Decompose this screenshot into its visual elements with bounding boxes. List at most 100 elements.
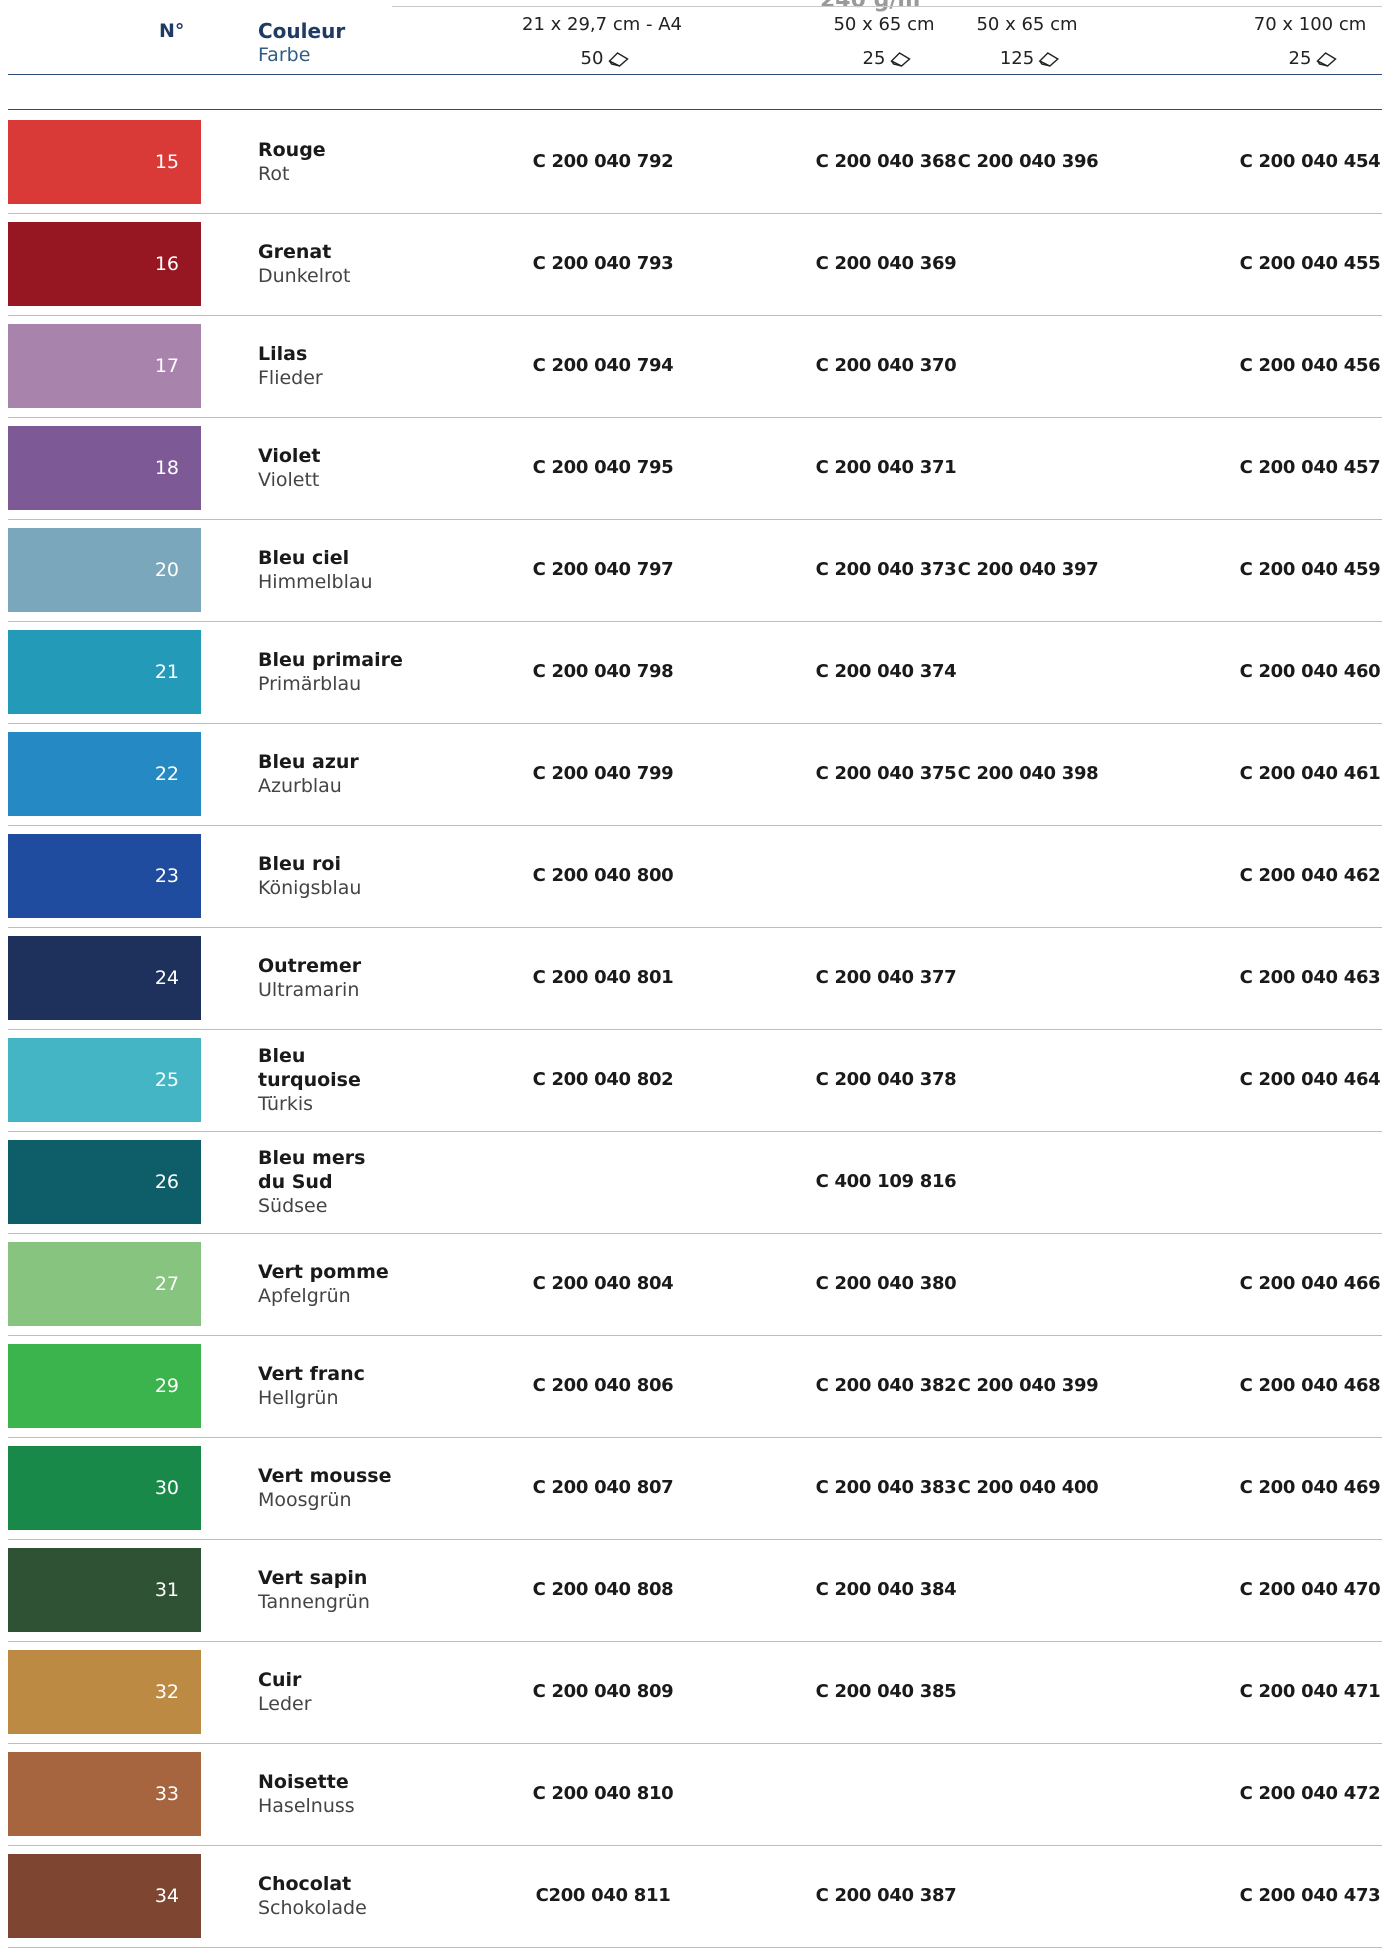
qty-value: 25 [862, 48, 886, 69]
code-50x65: C 200 040 383 [815, 1477, 957, 1498]
color-names: Vert mousse Moosgrün [258, 1438, 392, 1538]
color-names: Violet Violett [258, 418, 320, 518]
header-size-a4: 21 x 29,7 cm - A4 [522, 14, 682, 35]
code-50x65-bulk: C 200 040 398 [957, 763, 1099, 784]
color-name-de: Dunkelrot [258, 265, 351, 287]
color-swatch: 16 [8, 222, 201, 306]
code-a4: C 200 040 804 [532, 1273, 674, 1294]
color-swatch: 32 [8, 1650, 201, 1734]
color-name-fr: Vert franc [258, 1363, 365, 1385]
header-rule [8, 109, 1382, 110]
table-row: 30 Vert mousse Moosgrün C 200 040 807 C 200 … [0, 1438, 1387, 1540]
code-50x65: C 200 040 369 [815, 253, 957, 274]
color-swatch: 20 [8, 528, 201, 612]
table-row: 32 Cuir Leder C 200 040 809 C 200 040 385 C 2… [0, 1642, 1387, 1744]
table-row: 18 Violet Violett C 200 040 795 C 200 040 37… [0, 418, 1387, 520]
header-qty-70x100: 25 [1289, 48, 1338, 69]
color-names: Bleu roi Königsblau [258, 826, 361, 926]
table-row: 26 Bleu mers du Sud Südsee C 400 109 816 [0, 1132, 1387, 1234]
table-row: 15 Rouge Rot C 200 040 792 C 200 040 368 C 20… [0, 112, 1387, 214]
table-row: 33 Noisette Haselnuss C 200 040 810 C 200 04… [0, 1744, 1387, 1846]
table-row: 22 Bleu azur Azurblau C 200 040 799 C 200 04… [0, 724, 1387, 826]
color-number: 23 [154, 865, 179, 887]
code-50x65: C 200 040 384 [815, 1579, 957, 1600]
color-name-de: Tannengrün [258, 1591, 370, 1613]
color-name-fr: Bleu ciel [258, 547, 350, 569]
color-name-fr: Outremer [258, 955, 362, 977]
header-qty-50x65: 25 [863, 48, 912, 69]
color-names: Bleu primaire Primärblau [258, 622, 403, 722]
code-50x65: C 200 040 368 [815, 151, 957, 172]
header-size-50x65: 50 x 65 cm [833, 14, 935, 35]
color-name-fr: Grenat [258, 241, 332, 263]
code-a4: C 200 040 797 [532, 559, 674, 580]
color-name-de: Rot [258, 163, 290, 185]
color-number: 30 [154, 1477, 179, 1499]
table-row: 29 Vert franc Hellgrün C 200 040 806 C 200 0… [0, 1336, 1387, 1438]
code-70x100: C 200 040 468 [1239, 1375, 1381, 1396]
color-name-de: Violett [258, 469, 320, 491]
code-50x65-bulk: C 200 040 397 [957, 559, 1099, 580]
color-swatch: 18 [8, 426, 201, 510]
code-50x65: C 200 040 378 [815, 1069, 957, 1090]
color-swatch: 22 [8, 732, 201, 816]
header-color-fr: Couleur [258, 19, 346, 43]
sheets-icon [890, 52, 911, 67]
code-70x100: C 200 040 472 [1239, 1783, 1381, 1804]
code-50x65-bulk: C 200 040 400 [957, 1477, 1099, 1498]
code-a4: C 200 040 794 [532, 355, 674, 376]
code-70x100: C 200 040 456 [1239, 355, 1381, 376]
color-name-fr: Rouge [258, 139, 326, 161]
color-name-de: Himmelblau [258, 571, 373, 593]
color-name-fr: Vert mousse [258, 1465, 392, 1487]
code-50x65: C 200 040 370 [815, 355, 957, 376]
color-names: Bleu mers du Sud Südsee [258, 1132, 365, 1232]
code-a4: C 200 040 798 [532, 661, 674, 682]
color-name-de: Königsblau [258, 877, 362, 899]
color-number: 21 [154, 661, 179, 683]
code-70x100: C 200 040 473 [1239, 1885, 1381, 1906]
code-a4: C 200 040 799 [532, 763, 674, 784]
color-swatch: 30 [8, 1446, 201, 1530]
color-number: 22 [154, 763, 179, 785]
color-name-de: Azurblau [258, 775, 342, 797]
code-50x65: C 200 040 385 [815, 1681, 957, 1702]
code-50x65-bulk: C 200 040 396 [957, 151, 1099, 172]
code-50x65: C 200 040 374 [815, 661, 957, 682]
code-a4: C 200 040 800 [532, 865, 674, 886]
header-qty-a4: 50 [581, 48, 630, 69]
qty-value: 125 [999, 48, 1035, 69]
header-color-de: Farbe [258, 44, 311, 66]
table-row: 17 Lilas Flieder C 200 040 794 C 200 040 370… [0, 316, 1387, 418]
code-70x100: C 200 040 469 [1239, 1477, 1381, 1498]
code-a4: C 200 040 807 [532, 1477, 674, 1498]
color-name-fr: Bleu roi [258, 853, 341, 875]
color-names: Cuir Leder [258, 1642, 312, 1742]
color-swatch: 23 [8, 834, 201, 918]
sheets-icon [1038, 52, 1060, 67]
header-size-50x65-bulk: 50 x 65 cm [976, 14, 1078, 35]
color-name-fr: Vert pomme [258, 1261, 389, 1283]
color-name-fr: Bleu primaire [258, 649, 403, 671]
table-row: 21 Bleu primaire Primärblau C 200 040 798 C … [0, 622, 1387, 724]
table-row: 27 Vert pomme Apfelgrün C 200 040 804 C 200 … [0, 1234, 1387, 1336]
code-70x100: C 200 040 454 [1239, 151, 1381, 172]
code-70x100: C 200 040 462 [1239, 865, 1381, 886]
color-number: 27 [154, 1273, 179, 1295]
color-names: Vert pomme Apfelgrün [258, 1234, 389, 1334]
code-50x65: C 200 040 371 [815, 457, 957, 478]
color-names: Vert franc Hellgrün [258, 1336, 365, 1436]
code-70x100: C 200 040 464 [1239, 1069, 1381, 1090]
code-70x100: C 200 040 463 [1239, 967, 1381, 988]
color-name-fr: Bleu azur [258, 751, 359, 773]
code-a4: C 200 040 801 [532, 967, 674, 988]
code-a4: C 200 040 810 [532, 1783, 674, 1804]
color-number: 17 [154, 355, 179, 377]
code-50x65-bulk: C 200 040 399 [957, 1375, 1099, 1396]
code-50x65: C 200 040 373 [815, 559, 957, 580]
code-a4: C 200 040 806 [532, 1375, 674, 1396]
color-name-fr: Bleu turquoise [258, 1045, 361, 1091]
color-name-fr: Violet [258, 445, 321, 467]
code-70x100: C 200 040 470 [1239, 1579, 1381, 1600]
color-name-de: Leder [258, 1693, 312, 1715]
